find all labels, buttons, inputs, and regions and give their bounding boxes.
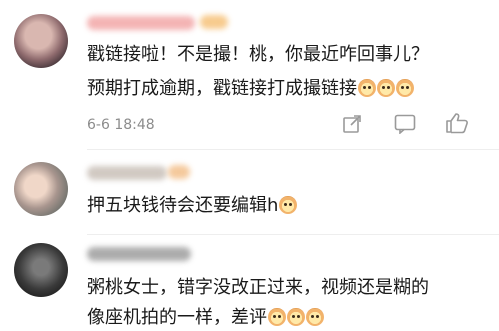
cat-emoji-icon [358, 79, 376, 97]
comment-text-line-2-text: 预期打成逾期，戳链接打成撮链接 [87, 78, 357, 99]
comment-3: 粥桃女士，错字没改正过来，视频还是糊的 像座机拍的一样，差评 [0, 235, 499, 328]
comment-text-content: 押五块钱待会还要编辑h [87, 195, 279, 216]
user-badge-blurred [200, 15, 228, 29]
avatar[interactable] [14, 162, 68, 216]
cat-emoji-icon [396, 79, 414, 97]
cat-emoji-icon [377, 79, 395, 97]
username-blurred[interactable] [87, 247, 191, 261]
cat-emoji-icon [306, 308, 324, 326]
comment-text-line-1: 粥桃女士，错字没改正过来，视频还是糊的 [87, 277, 429, 298]
cat-emoji-icon [279, 196, 298, 214]
avatar[interactable] [14, 243, 68, 297]
comment-2: 押五块钱待会还要编辑h [0, 150, 499, 235]
user-badge-blurred [168, 165, 190, 179]
comment-icon[interactable] [394, 114, 416, 138]
comment-text-line-2-text: 像座机拍的一样，差评 [87, 307, 267, 328]
comment-text: 押五块钱待会还要编辑h [87, 193, 298, 219]
cat-emoji-icon [287, 308, 305, 326]
like-icon[interactable] [445, 112, 469, 138]
comment-text-line-2: 像座机拍的一样，差评 [87, 305, 324, 331]
cat-emoji-icon [268, 308, 286, 326]
share-icon[interactable] [342, 114, 362, 138]
username-blurred[interactable] [87, 166, 167, 180]
username-blurred[interactable] [87, 16, 195, 30]
comment-text-line-1: 戳链接啦！不是撮！桃，你最近咋回事儿？ [87, 44, 429, 65]
comment-text-line-2: 预期打成逾期，戳链接打成撮链接 [87, 76, 414, 102]
comment-1: 戳链接啦！不是撮！桃，你最近咋回事儿？ 预期打成逾期，戳链接打成撮链接 6-6 … [0, 0, 499, 150]
avatar[interactable] [14, 14, 68, 68]
comment-timestamp: 6-6 18:48 [87, 117, 155, 133]
